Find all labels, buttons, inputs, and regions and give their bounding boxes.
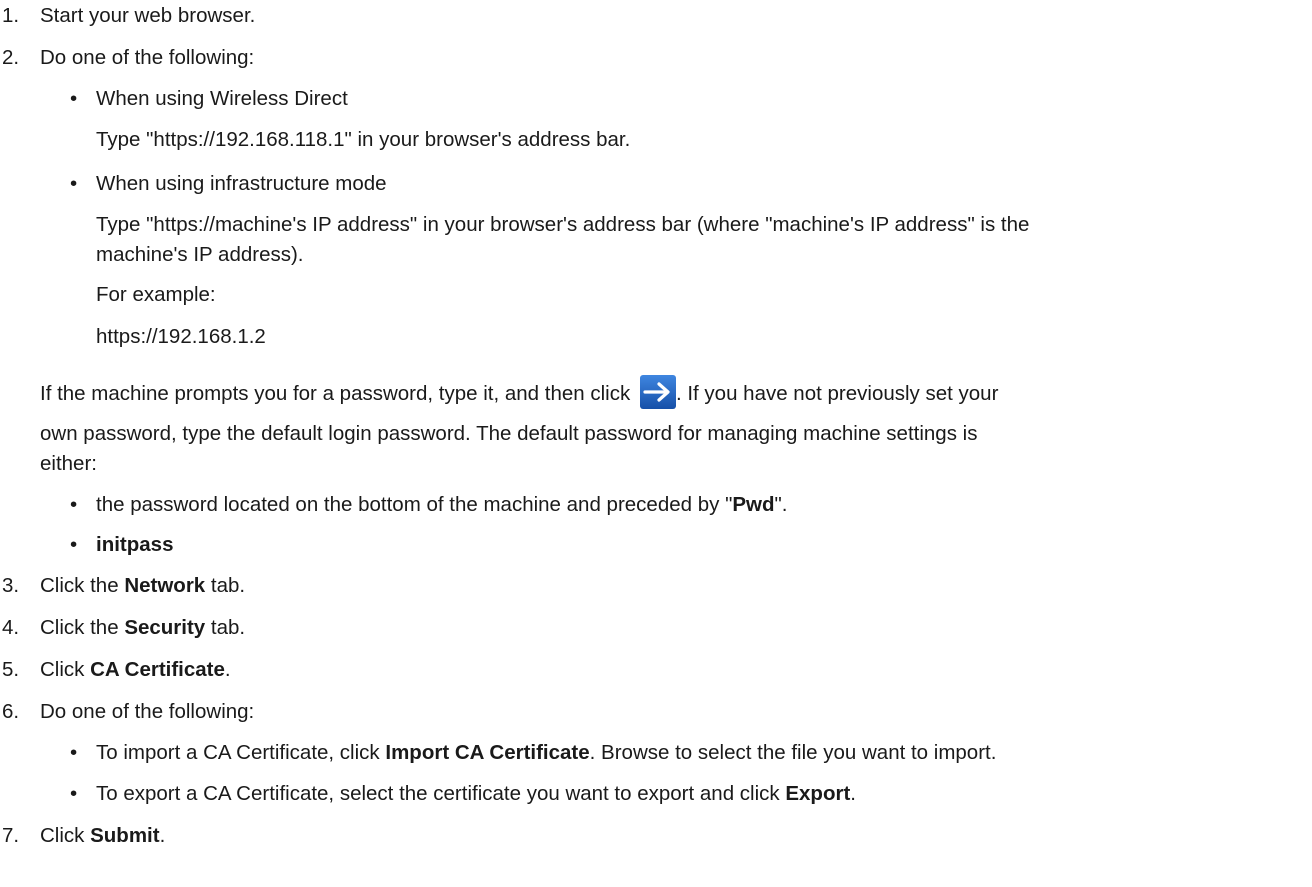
password-text: own password, type the default login pas… xyxy=(40,422,978,445)
password-text: either: xyxy=(40,452,97,475)
text-part: . Browse to select the file you want to … xyxy=(589,741,997,764)
step-text: Click the Network tab. xyxy=(40,574,245,598)
bold-term: Network xyxy=(124,574,206,597)
step-text: Do one of the following: xyxy=(40,700,255,723)
password-para-line2: own password, type the default login pas… xyxy=(40,422,977,446)
option-desc-text: Type "https://192.168.118.1" in your bro… xyxy=(96,128,631,151)
step-number: 6. xyxy=(2,700,20,723)
text-part: tab. xyxy=(205,616,246,639)
bullet: • xyxy=(70,533,78,556)
arrow-right-icon[interactable] xyxy=(639,375,676,409)
step-number: 7. xyxy=(2,824,20,847)
step-text: Do one of the following: xyxy=(40,46,255,69)
text-part: ". xyxy=(774,493,788,516)
step-text: Click CA Certificate. xyxy=(40,658,231,682)
text-part: . xyxy=(159,824,166,847)
text-part: . xyxy=(224,658,231,681)
bold-term: Import CA Certificate xyxy=(385,741,590,764)
bold-term: Security xyxy=(124,616,206,639)
option-desc-text: machine's IP address). xyxy=(96,243,304,266)
bullet: • xyxy=(70,782,78,805)
password-text: . If you have not previously set your xyxy=(675,382,999,405)
step-number: 5. xyxy=(2,658,20,681)
text-part: Click the xyxy=(40,616,125,639)
bullet: • xyxy=(70,87,78,110)
bold-term: Export xyxy=(785,782,851,805)
password-option-text: initpass xyxy=(96,533,173,557)
text-part: the password located on the bottom of th… xyxy=(96,493,733,516)
step-number: 3. xyxy=(2,574,20,597)
text-part: Click the xyxy=(40,574,125,597)
step-text: Click Submit. xyxy=(40,824,165,848)
step-number: 1. xyxy=(2,4,20,27)
bullet: • xyxy=(70,493,78,516)
bold-term: Submit xyxy=(90,824,160,847)
option-text: To import a CA Certificate, click Import… xyxy=(96,741,996,765)
text-part: Click xyxy=(40,824,91,847)
text-part: . xyxy=(850,782,856,805)
bold-term: initpass xyxy=(96,533,174,556)
password-para-line3: either: xyxy=(40,452,97,476)
password-para-line1: If the machine prompts you for a passwor… xyxy=(40,375,998,409)
step-number: 4. xyxy=(2,616,20,639)
option-text: To export a CA Certificate, select the c… xyxy=(96,782,856,806)
bold-term: CA Certificate xyxy=(90,658,225,681)
step-text: Click the Security tab. xyxy=(40,616,245,640)
step-text: Start your web browser. xyxy=(40,4,256,27)
example-url: https://192.168.1.2 xyxy=(96,325,266,348)
text-part: tab. xyxy=(205,574,246,597)
bold-term: Pwd xyxy=(732,493,775,516)
option-desc-text: Type "https://machine's IP address" in y… xyxy=(96,213,1030,236)
option-title: When using Wireless Direct xyxy=(96,87,348,110)
password-text: If the machine prompts you for a passwor… xyxy=(40,382,636,405)
option-title: When using infrastructure mode xyxy=(96,172,387,195)
password-option-text: the password located on the bottom of th… xyxy=(96,493,788,517)
bullet: • xyxy=(70,172,78,195)
text-part: Click xyxy=(40,658,91,681)
text-part: To export a CA Certificate, select the c… xyxy=(96,782,786,805)
example-label: For example: xyxy=(96,283,216,306)
bullet: • xyxy=(70,741,78,764)
step-number: 2. xyxy=(2,46,20,69)
text-part: To import a CA Certificate, click xyxy=(96,741,386,764)
